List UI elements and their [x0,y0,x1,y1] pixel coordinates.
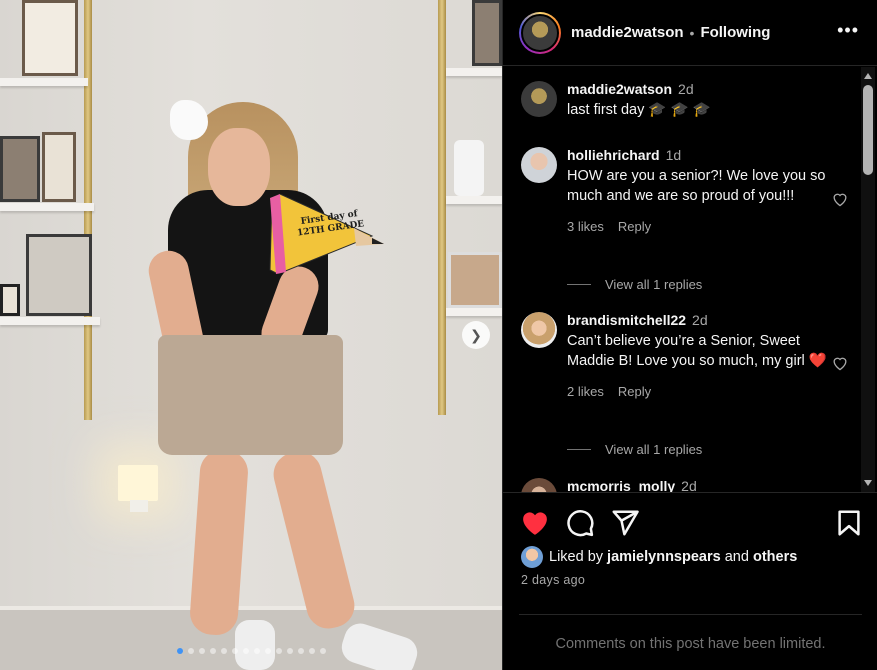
bookmark-icon[interactable] [834,508,864,538]
comments-list[interactable]: maddie2watson 2d last first day 🎓 🎓 🎓 hol… [503,67,877,492]
header-separator: • [689,24,695,41]
carousel-dot [297,648,304,654]
carousel-dot [319,648,326,654]
comment-text: last first day 🎓 🎓 🎓 [567,102,711,118]
comment-icon[interactable] [565,508,595,538]
shelf [446,68,502,76]
author-avatar[interactable] [519,11,561,54]
scrollbar-thumb[interactable] [863,85,873,175]
liked-by-others[interactable]: others [753,549,797,565]
more-horizontal-icon[interactable]: ••• [837,20,859,40]
reply-button[interactable]: Reply [618,219,651,234]
skirt [158,335,343,455]
vase [454,140,484,196]
comment-time: 2d [692,312,708,328]
heart-outline-icon[interactable] [831,355,849,371]
wall-lamp-base [130,500,148,512]
carousel-next-button[interactable]: ❯ [462,321,490,349]
comment-time: 2d [681,478,697,492]
chevron-right-icon: ❯ [470,326,482,343]
carousel-dot [176,648,183,654]
photo-frame [472,0,502,66]
comment-username[interactable]: holliehrichard [567,147,660,163]
carousel-dot [242,648,249,654]
shelf [0,78,88,86]
comment-text: Can’t believe you’re a Senior, Sweet Mad… [567,333,827,369]
hair-bow [170,100,208,140]
post-actions: Liked by jamielynnspears and others 2 da… [503,492,877,670]
leg [188,448,250,637]
scroll-down-arrow[interactable] [864,480,872,486]
divider [519,614,862,615]
divider [567,284,591,285]
carousel-dot [198,648,205,654]
carousel-dots [0,648,502,654]
reply-button[interactable]: Reply [618,384,651,399]
post-header: maddie2watson • Following ••• [503,0,877,66]
liked-by-prefix: Liked by [549,549,604,565]
carousel-dot [220,648,227,654]
shelf [446,308,502,316]
photo-frame [0,284,20,316]
author-username[interactable]: maddie2watson [571,24,684,41]
heart-filled-icon[interactable] [520,508,550,538]
comment-username[interactable]: maddie2watson [567,81,672,97]
carousel-dot [308,648,315,654]
comment-time: 2d [678,81,694,97]
shelf [0,317,100,325]
photo-frame [0,136,40,202]
photo-frame [42,132,76,202]
shelf [446,196,502,204]
avatar[interactable] [521,478,557,492]
comment-username[interactable]: mcmorris_molly [567,478,675,492]
liked-by-user[interactable]: jamielynnspears [607,549,721,565]
comment-text: HOW are you a senior?! We love you so mu… [567,168,826,204]
share-icon[interactable] [610,508,640,538]
avatar[interactable] [521,312,557,348]
avatar[interactable] [521,81,557,117]
view-replies-label: View all 1 replies [605,277,703,292]
following-button[interactable]: Following [700,24,770,41]
scroll-up-arrow[interactable] [864,73,872,79]
liked-by-and: and [724,549,749,565]
carousel-dot [187,648,194,654]
view-replies-button[interactable]: View all 1 replies [567,277,702,292]
face [208,128,270,206]
shelf [0,203,94,211]
comment-likes[interactable]: 3 likes [567,219,604,234]
comment-meta: 3 likes Reply [567,219,832,234]
avatar[interactable] [521,546,543,568]
view-replies-label: View all 1 replies [605,442,703,457]
post-timestamp[interactable]: 2 days ago [521,573,585,587]
carousel-dot [253,648,260,654]
liked-by: Liked by jamielynnspears and others [521,546,797,568]
heart-outline-icon[interactable] [831,191,849,207]
photo-frame [22,0,78,76]
carousel-dot [231,648,238,654]
sneaker [235,620,275,670]
photo-frame [26,234,92,316]
avatar[interactable] [521,147,557,183]
person [145,100,422,670]
post-photo[interactable]: First day of 12TH GRADE ❯ [0,0,502,670]
carousel-dot [286,648,293,654]
post-side-panel: maddie2watson • Following ••• maddie2wat… [502,0,877,670]
comments-scrollbar[interactable] [861,67,875,492]
comment-likes[interactable]: 2 likes [567,384,604,399]
carousel-dot [264,648,271,654]
comment-meta: 2 likes Reply [567,384,832,399]
comment-username[interactable]: brandismitchell22 [567,312,686,328]
view-replies-button[interactable]: View all 1 replies [567,442,702,457]
carousel-dot [275,648,282,654]
leg [268,446,360,634]
carousel-dot [209,648,216,654]
comment-time: 1d [665,147,682,163]
comments-limited-notice: Comments on this post have been limited. [555,636,826,652]
shelf-post-right [438,0,446,415]
divider [567,449,591,450]
photo-frame [448,252,502,308]
